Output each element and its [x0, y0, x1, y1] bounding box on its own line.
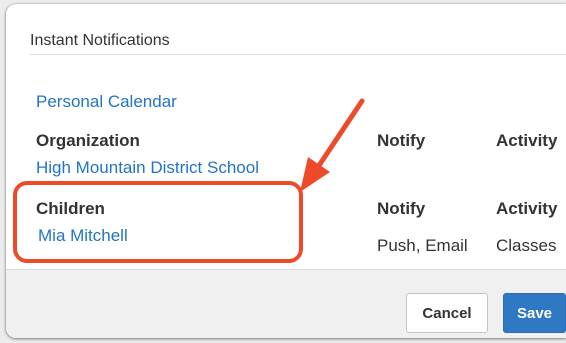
notification-settings-dialog: Instant Notifications Personal Calendar … [6, 4, 566, 338]
children-activity-header: Activity [496, 199, 558, 218]
children-notify-value: Push, Email [377, 236, 468, 255]
title-divider [30, 54, 566, 55]
organization-label: Organization [36, 131, 140, 150]
personal-calendar-link[interactable]: Personal Calendar [36, 92, 177, 112]
children-notify-header: Notify [377, 199, 426, 218]
cancel-button[interactable]: Cancel [406, 293, 488, 333]
annotation-highlight-box [13, 181, 303, 263]
organization-link[interactable]: High Mountain District School [36, 158, 259, 178]
organization-notify-header: Notify [377, 131, 426, 150]
organization-activity-header: Activity [496, 131, 558, 150]
annotation-arrow-icon [300, 98, 365, 192]
children-activity-value: Classes [496, 236, 557, 255]
save-button[interactable]: Save [503, 293, 566, 333]
section-title: Instant Notifications [30, 32, 170, 49]
